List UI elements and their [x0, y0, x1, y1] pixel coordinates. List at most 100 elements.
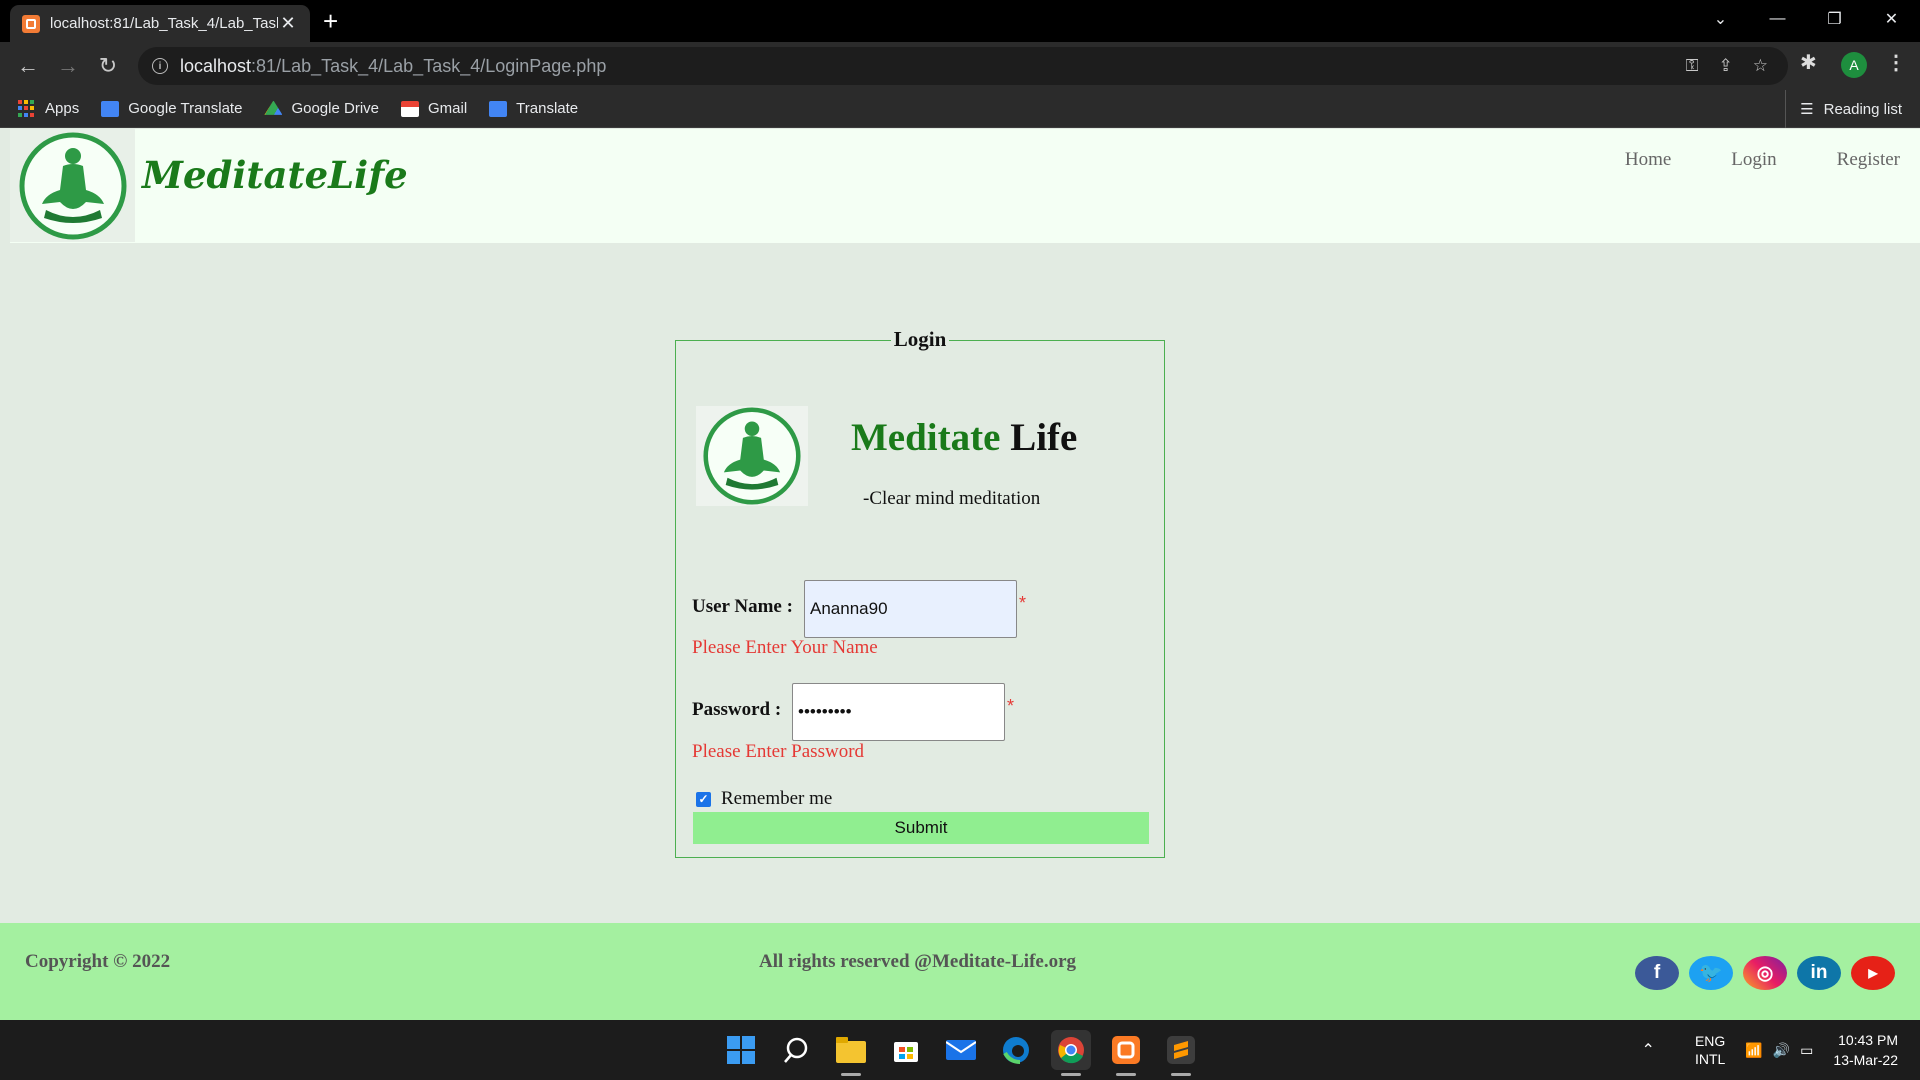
main-nav: Home Login Register	[1625, 149, 1900, 171]
username-error: Please Enter Your Name	[692, 637, 878, 658]
search-icon[interactable]	[776, 1030, 816, 1070]
login-legend: Login	[676, 327, 1164, 352]
google-drive-icon	[264, 100, 283, 115]
minimize-icon[interactable]: —	[1749, 0, 1806, 38]
system-tray: ⌃ ENG INTL 📶 🔊 ▭ 10:43 PM 13-Mar-22	[1642, 1020, 1920, 1080]
volume-icon[interactable]: 🔊	[1773, 1042, 1790, 1059]
site-footer: Copyright © 2022 All rights reserved @Me…	[0, 923, 1920, 1020]
browser-tab[interactable]: localhost:81/Lab_Task_4/Lab_Task_4/Login…	[10, 5, 310, 42]
extensions-icon[interactable]: ✱	[1800, 50, 1817, 75]
remember-me-label: Remember me	[721, 788, 833, 809]
card-title: Meditate Life	[851, 415, 1077, 460]
password-label: Password :	[692, 699, 782, 720]
nav-register-link[interactable]: Register	[1837, 149, 1900, 171]
restore-icon[interactable]: ❐	[1806, 0, 1863, 38]
back-icon[interactable]: ←	[12, 50, 44, 82]
password-input[interactable]	[792, 683, 1005, 741]
browser-toolbar: ← → ↻ i localhost:81/Lab_Task_4/Lab_Task…	[0, 42, 1920, 90]
username-required-mark: *	[1019, 593, 1027, 613]
password-error: Please Enter Password	[692, 741, 865, 762]
bookmark-google-translate[interactable]: Google Translate	[101, 100, 242, 117]
bookmark-label: Translate	[516, 100, 579, 117]
chevron-up-icon[interactable]: ⌃	[1642, 1040, 1655, 1060]
tab-title: localhost:81/Lab_Task_4/Lab_Task_4/Login…	[50, 15, 278, 32]
username-input[interactable]	[804, 580, 1017, 638]
apps-grid-icon	[18, 99, 36, 118]
card-title-life: Life	[1010, 416, 1078, 459]
bookmark-label: Apps	[45, 100, 80, 117]
url-path: :81/Lab_Task_4/Lab_Task_4/LoginPage.php	[251, 55, 607, 76]
social-links: f 🐦 ◎ in ▶	[1635, 956, 1895, 990]
google-translate-icon	[101, 100, 120, 117]
share-icon[interactable]: ⇪	[1719, 56, 1733, 76]
meditation-logo-icon[interactable]	[10, 129, 135, 242]
bookmark-apps[interactable]: Apps	[18, 99, 80, 118]
instagram-icon[interactable]: ◎	[1743, 956, 1787, 990]
clock-time: 10:43 PM	[1838, 1032, 1898, 1048]
file-explorer-icon[interactable]	[831, 1030, 871, 1076]
xampp-favicon-icon	[22, 14, 40, 33]
reading-list-label: Reading list	[1823, 100, 1902, 118]
battery-icon[interactable]: ▭	[1800, 1042, 1813, 1059]
site-info-icon[interactable]: i	[152, 58, 168, 74]
rights-reserved: All rights reserved @Meditate-Life.org	[759, 951, 1077, 972]
mail-icon[interactable]	[941, 1030, 981, 1070]
linkedin-icon[interactable]: in	[1797, 956, 1841, 990]
address-bar[interactable]: i localhost:81/Lab_Task_4/Lab_Task_4/Log…	[138, 47, 1788, 85]
edge-icon[interactable]	[996, 1030, 1036, 1070]
close-window-icon[interactable]: ✕	[1863, 0, 1920, 38]
copyright: Copyright © 2022	[25, 951, 171, 972]
bookmarks-bar: Apps Google Translate Google Drive Gmail…	[0, 90, 1920, 128]
nav-login-link[interactable]: Login	[1731, 149, 1776, 171]
brand-name: MeditateLife	[142, 153, 408, 197]
youtube-icon[interactable]: ▶	[1851, 956, 1895, 990]
card-title-meditate: Meditate	[851, 416, 1001, 459]
xampp-icon[interactable]	[1106, 1030, 1146, 1076]
bookmark-label: Gmail	[428, 100, 468, 117]
new-tab-icon[interactable]: +	[323, 6, 338, 37]
nav-home-link[interactable]: Home	[1625, 149, 1671, 171]
bookmark-google-drive[interactable]: Google Drive	[264, 100, 379, 117]
window-controls: ⌄ — ❐ ✕	[1692, 0, 1920, 38]
reading-list-icon: ☰	[1800, 101, 1814, 118]
translate-icon	[489, 100, 508, 117]
bookmark-translate[interactable]: Translate	[489, 100, 578, 117]
close-tab-icon[interactable]: ✕	[278, 13, 298, 34]
tab-search-icon[interactable]: ⌄	[1692, 0, 1749, 38]
bookmark-label: Google Translate	[128, 100, 243, 117]
reading-list[interactable]: ☰ Reading list	[1785, 90, 1902, 128]
submit-button[interactable]: Submit	[693, 812, 1149, 844]
lang-line1: ENG	[1694, 1033, 1726, 1049]
chrome-icon[interactable]	[1051, 1030, 1091, 1076]
tagline: -Clear mind meditation	[863, 488, 1041, 509]
clock[interactable]: 10:43 PM 13-Mar-22	[1833, 1030, 1898, 1070]
key-icon[interactable]: ⚿	[1686, 56, 1699, 76]
password-required-mark: *	[1007, 696, 1015, 716]
url-host: localhost	[180, 55, 252, 76]
username-label: User Name :	[692, 596, 793, 617]
twitter-icon[interactable]: 🐦	[1689, 956, 1733, 990]
login-legend-text: Login	[890, 327, 950, 351]
sublime-text-icon[interactable]	[1161, 1030, 1201, 1076]
remember-me: ✓ Remember me	[696, 788, 832, 810]
wifi-icon[interactable]: 📶	[1745, 1042, 1762, 1059]
menu-icon[interactable]: ⋮	[1886, 50, 1906, 75]
remember-me-checkbox[interactable]: ✓	[696, 791, 711, 807]
bookmark-star-icon[interactable]: ☆	[1753, 56, 1768, 76]
start-icon[interactable]	[721, 1030, 761, 1070]
windows-taskbar: ⌃ ENG INTL 📶 🔊 ▭ 10:43 PM 13-Mar-22	[0, 1020, 1920, 1080]
facebook-icon[interactable]: f	[1635, 956, 1679, 990]
forward-icon[interactable]: →	[52, 50, 84, 82]
lang-line2: INTL	[1694, 1051, 1726, 1067]
reload-icon[interactable]: ↻	[92, 50, 124, 82]
language-indicator[interactable]: ENG INTL	[1695, 1032, 1725, 1068]
profile-avatar[interactable]: A	[1841, 52, 1867, 78]
site-header: MeditateLife Home Login Register	[10, 129, 1920, 243]
gmail-icon	[401, 100, 419, 117]
store-icon[interactable]	[886, 1030, 926, 1070]
browser-tab-bar: localhost:81/Lab_Task_4/Lab_Task_4/Login…	[0, 0, 1920, 42]
bookmark-label: Google Drive	[291, 100, 379, 117]
meditation-logo-icon	[696, 406, 808, 506]
bookmark-gmail[interactable]: Gmail	[401, 100, 467, 117]
login-fieldset: Login Meditate Life -Clear mind meditati…	[675, 327, 1165, 858]
